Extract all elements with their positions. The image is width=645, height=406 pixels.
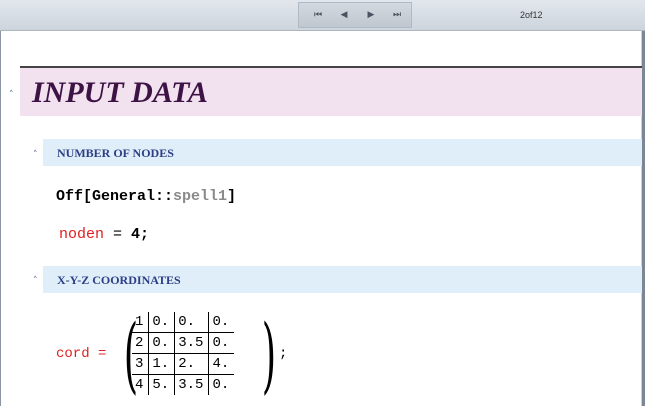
- last-slide-icon[interactable]: ⏭: [386, 6, 408, 24]
- off-close-bracket: ]: [227, 188, 237, 205]
- matrix-cell: 2.: [174, 353, 209, 375]
- next-slide-icon[interactable]: ▶: [360, 6, 382, 24]
- matrix-cell: 2: [132, 332, 149, 354]
- slide-navigation-bar: ⏮ ◀ ▶ ⏭ 2of12: [0, 0, 645, 31]
- section-header-input-data[interactable]: INPUT DATA: [20, 68, 642, 116]
- toolbar-blank-area: [0, 0, 298, 30]
- matrix-cell: 0.: [208, 332, 235, 354]
- matrix-cell: 1: [135, 314, 144, 330]
- matrix-row: 1 0. 0. 0.: [132, 312, 235, 333]
- window-left-edge: [0, 31, 1, 406]
- matrix-cell: 0.: [174, 312, 209, 333]
- matrix-row: 4 5. 3.5 0.: [132, 374, 235, 395]
- noden-value: 4: [131, 226, 141, 243]
- matrix-row: 2 0. 3.5 0.: [132, 332, 235, 354]
- page-counter: 2of12: [520, 10, 543, 20]
- off-function-text: Off[General::: [56, 188, 174, 205]
- matrix-cell: 0.: [148, 332, 175, 354]
- noden-input-cell[interactable]: noden = 4;: [59, 226, 149, 243]
- matrix-cell: 4: [132, 374, 149, 395]
- matrix-cell: 3.5: [174, 374, 209, 395]
- matrix-cell: 0.: [148, 312, 175, 333]
- cord-label: cord =: [56, 346, 107, 362]
- noden-semicolon: ;: [140, 226, 150, 243]
- matrix-cell: 0.: [208, 312, 235, 333]
- subsection-collapse-icon[interactable]: ˄: [33, 150, 38, 160]
- matrix-cell: 1.: [148, 353, 175, 375]
- subsection-title: NUMBER OF NODES: [57, 146, 174, 160]
- matrix-row: 3 1. 2. 4.: [132, 353, 235, 375]
- off-spell-input-cell[interactable]: Off[General::spell1]: [56, 188, 236, 205]
- subsection-header-number-of-nodes[interactable]: NUMBER OF NODES: [43, 139, 642, 166]
- matrix-cell: 3.5: [174, 332, 209, 354]
- section-collapse-icon[interactable]: ˄: [9, 90, 14, 100]
- matrix-right-paren: ): [261, 308, 277, 403]
- off-argument-text: spell1: [173, 188, 228, 205]
- matrix-cell: 4.: [208, 353, 235, 375]
- matrix-cell: 3: [132, 353, 149, 375]
- noden-equals: =: [104, 226, 132, 243]
- subsection-collapse-icon[interactable]: ˄: [33, 276, 38, 286]
- noden-variable: noden: [59, 226, 105, 243]
- section-title: INPUT DATA: [32, 76, 208, 109]
- matrix-cell: 5.: [148, 374, 175, 395]
- subsection-header-xyz-coordinates[interactable]: X-Y-Z COORDINATES: [43, 266, 642, 293]
- slide-nav-buttons: ⏮ ◀ ▶ ⏭: [298, 2, 412, 28]
- cord-matrix[interactable]: 1 0. 0. 0. 2 0. 3.5 0. 3 1. 2. 4. 4 5. 3…: [132, 312, 235, 395]
- previous-slide-icon[interactable]: ◀: [333, 6, 355, 24]
- cord-semicolon: ;: [279, 346, 288, 362]
- matrix-cell: 0.: [208, 374, 235, 395]
- subsection-title: X-Y-Z COORDINATES: [57, 273, 181, 287]
- first-slide-icon[interactable]: ⏮: [307, 6, 329, 24]
